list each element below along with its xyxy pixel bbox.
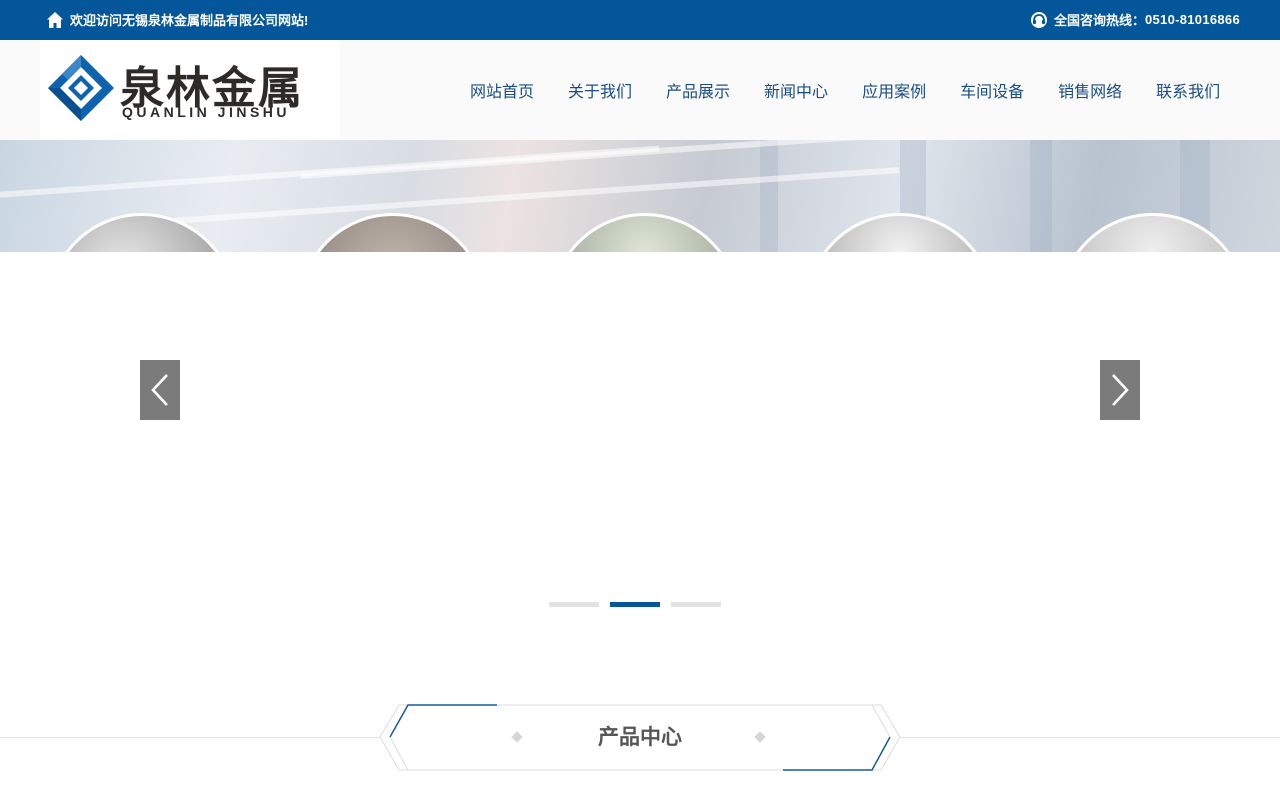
- section-title: 产品中心: [598, 726, 682, 749]
- logo[interactable]: 泉林金属 QUANLIN JINSHU: [40, 40, 340, 140]
- welcome-message: 欢迎访问无锡泉林金属制品有限公司网站!: [46, 10, 308, 29]
- nav-item-news[interactable]: 新闻中心: [747, 78, 845, 102]
- main-nav: 网站首页 关于我们 产品展示 新闻中心 应用案例 车间设备 销售网络 联系我们: [453, 40, 1237, 140]
- nav-item-products[interactable]: 产品展示: [649, 78, 747, 102]
- slider-dot[interactable]: [671, 602, 721, 607]
- home-icon: [47, 11, 63, 28]
- top-bar: 欢迎访问无锡泉林金属制品有限公司网站! 全国咨询热线： 0510-8101686…: [0, 0, 1280, 40]
- nav-item-home[interactable]: 网站首页: [453, 78, 551, 102]
- hotline: 全国咨询热线： 0510-81016866: [1030, 10, 1240, 29]
- hero-banner: [0, 140, 1280, 252]
- nav-item-workshop[interactable]: 车间设备: [943, 78, 1041, 102]
- product-image-checker-plate: [298, 213, 488, 252]
- logo-english-name: QUANLIN JINSHU: [122, 104, 291, 120]
- nav-item-cases[interactable]: 应用案例: [845, 78, 943, 102]
- nav-item-about[interactable]: 关于我们: [551, 78, 649, 102]
- slider-dot-active[interactable]: [610, 602, 660, 607]
- slider-next-button[interactable]: [1100, 360, 1140, 420]
- welcome-text: 欢迎访问无锡泉林金属制品有限公司网站!: [70, 13, 309, 28]
- slider-pagination: [549, 602, 732, 607]
- headset-icon: [1030, 11, 1047, 28]
- nav-item-sales-network[interactable]: 销售网络: [1041, 78, 1139, 102]
- slider-dot[interactable]: [549, 602, 599, 607]
- hotline-label: 全国咨询热线：: [1053, 13, 1145, 28]
- chevron-right-icon: [1112, 374, 1129, 406]
- slider-prev-button[interactable]: [140, 360, 180, 420]
- logo-mark-icon: [48, 55, 114, 121]
- hotline-number[interactable]: 0510-81016866: [1145, 12, 1240, 27]
- section-header: 产品中心: [379, 704, 901, 771]
- banner-decoration: [760, 140, 778, 252]
- banner-decoration: [1030, 140, 1052, 252]
- nav-item-contact[interactable]: 联系我们: [1139, 78, 1237, 102]
- chevron-left-icon: [151, 374, 168, 406]
- product-image-angle-steel: [550, 213, 740, 252]
- product-image-steel-bar: [1058, 213, 1248, 252]
- product-image-steel-profile: [805, 213, 995, 252]
- header: 泉林金属 QUANLIN JINSHU 网站首页 关于我们 产品展示 新闻中心 …: [0, 40, 1280, 140]
